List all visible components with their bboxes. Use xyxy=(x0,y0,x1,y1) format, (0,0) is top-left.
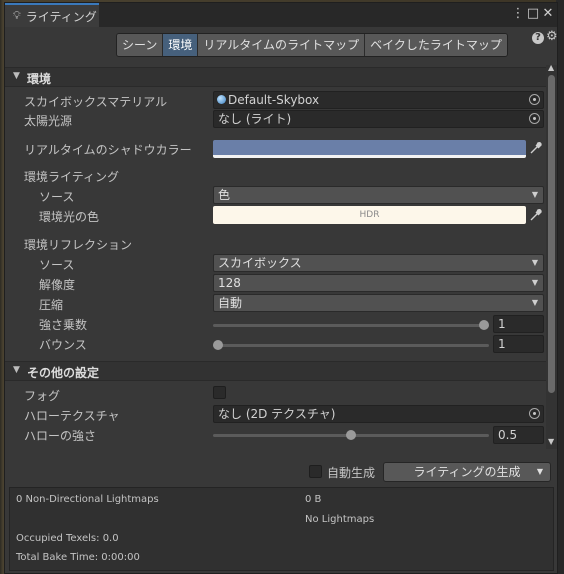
shadow-color-swatch[interactable] xyxy=(213,140,526,158)
shadow-color-label: リアルタイムのシャドウカラー xyxy=(24,143,192,157)
lighting-window: 💡︎ ライティング ⋮ □ ✕ シーン 環境 リアルタイムのライトマップ ベイク… xyxy=(4,2,558,574)
tab-environment[interactable]: 環境 xyxy=(163,34,199,56)
bounces-slider-track[interactable] xyxy=(213,344,489,347)
bounces-field[interactable]: 1 xyxy=(493,335,544,353)
object-picker-icon[interactable] xyxy=(529,408,540,419)
close-icon[interactable]: ✕ xyxy=(541,6,555,22)
chevron-down-icon[interactable]: ▼ xyxy=(537,463,543,481)
compression-value: 自動 xyxy=(218,296,243,310)
halo-texture-value: なし (2D テクスチャ) xyxy=(218,407,336,421)
tab-label: ライティング xyxy=(25,9,97,24)
skybox-value: Default-Skybox xyxy=(228,93,320,107)
bake-time: Total Bake Time: 0:00:00 xyxy=(16,552,140,563)
gear-icon[interactable]: ⚙ xyxy=(546,29,558,44)
lighting-source-label: ソース xyxy=(39,190,75,204)
ambient-color-swatch[interactable]: HDR xyxy=(213,206,526,224)
generate-lighting-label: ライティングの生成 xyxy=(413,465,521,479)
material-icon xyxy=(217,95,226,104)
reflection-source-dropdown[interactable]: スカイボックス ▼ xyxy=(213,254,544,272)
halo-texture-label: ハローテクスチャ xyxy=(24,409,120,423)
tab-realtime-lightmaps[interactable]: リアルタイムのライトマップ xyxy=(198,34,366,56)
chevron-down-icon: ▼ xyxy=(531,298,538,307)
halo-texture-field[interactable]: なし (2D テクスチャ) xyxy=(213,405,544,423)
chevron-down-icon: ▼ xyxy=(531,258,538,267)
intensity-field[interactable]: 1 xyxy=(493,315,544,333)
fog-label: フォグ xyxy=(24,389,61,403)
skybox-label: スカイボックスマテリアル xyxy=(24,95,168,109)
hdr-label: HDR xyxy=(359,210,380,220)
lightmap-stats-panel: 0 Non-Directional Lightmaps 0 B No Light… xyxy=(9,487,554,571)
compression-dropdown[interactable]: 自動 ▼ xyxy=(213,294,544,312)
resolution-dropdown[interactable]: 128 ▼ xyxy=(213,274,544,292)
lighting-source-dropdown[interactable]: 色 ▼ xyxy=(213,186,544,204)
ambient-color-label: 環境光の色 xyxy=(39,210,100,224)
sun-source-label: 太陽光源 xyxy=(24,114,73,128)
lightmap-count: 0 Non-Directional Lightmaps xyxy=(16,494,159,505)
tab-scene[interactable]: シーン xyxy=(117,34,164,56)
lightmap-size: 0 B xyxy=(305,494,322,505)
ambient-lighting-group-label: 環境ライティング xyxy=(24,170,120,184)
vertical-scrollbar[interactable]: ▲ ▼ xyxy=(546,63,557,449)
bounces-label: バウンス xyxy=(39,338,87,352)
auto-generate-label: 自動生成 xyxy=(327,466,376,480)
sun-source-value: なし (ライト) xyxy=(218,112,292,126)
bounces-slider-thumb[interactable] xyxy=(213,340,223,350)
chevron-down-icon: ▼ xyxy=(531,278,538,287)
intensity-slider-thumb[interactable] xyxy=(479,320,489,330)
resolution-label: 解像度 xyxy=(39,278,76,292)
auto-generate-checkbox[interactable] xyxy=(309,465,322,478)
maximize-icon[interactable]: □ xyxy=(526,6,540,22)
occupied-texels: Occupied Texels: 0.0 xyxy=(16,533,119,544)
skybox-field[interactable]: Default-Skybox xyxy=(213,91,544,109)
scroll-down-icon[interactable]: ▼ xyxy=(548,437,554,446)
section-title: その他の設定 xyxy=(27,366,100,380)
section-other-settings-header[interactable]: ▼ その他の設定 xyxy=(5,361,546,381)
foldout-arrow-icon: ▼ xyxy=(13,71,20,81)
chevron-down-icon: ▼ xyxy=(531,190,538,199)
halo-strength-label: ハローの強さ xyxy=(24,429,97,443)
section-title: 環境 xyxy=(27,72,52,86)
scrollbar-thumb[interactable] xyxy=(548,75,555,393)
eyedropper-icon[interactable] xyxy=(529,141,543,155)
intensity-slider-track[interactable] xyxy=(213,324,489,327)
lighting-source-value: 色 xyxy=(218,188,231,202)
inspector-content: ▼ 環境 スカイボックスマテリアル Default-Skybox 太陽光源 なし… xyxy=(5,63,546,449)
help-icon[interactable]: ? xyxy=(532,32,544,44)
tab-lighting[interactable]: 💡︎ ライティング xyxy=(5,3,99,27)
eyedropper-icon[interactable] xyxy=(529,208,543,222)
section-environment-header[interactable]: ▼ 環境 xyxy=(5,67,546,87)
object-picker-icon[interactable] xyxy=(529,113,540,124)
compression-label: 圧縮 xyxy=(39,298,64,312)
tab-baked-lightmaps[interactable]: ベイクしたライトマップ xyxy=(365,34,507,56)
halo-strength-slider-thumb[interactable] xyxy=(346,430,356,440)
resolution-value: 128 xyxy=(218,276,241,290)
no-lightmaps-text: No Lightmaps xyxy=(305,514,375,525)
generate-lighting-button[interactable]: ライティングの生成 ▼ xyxy=(383,462,551,482)
reflection-source-label: ソース xyxy=(39,258,75,272)
kebab-menu-icon[interactable]: ⋮ xyxy=(511,6,525,22)
intensity-multiplier-label: 強さ乗数 xyxy=(39,318,88,332)
title-bar: 💡︎ ライティング ⋮ □ ✕ xyxy=(5,3,557,27)
object-picker-icon[interactable] xyxy=(529,94,540,105)
foldout-arrow-icon: ▼ xyxy=(13,365,20,375)
scroll-up-icon[interactable]: ▲ xyxy=(548,63,554,72)
reflection-group-label: 環境リフレクション xyxy=(24,238,133,252)
halo-strength-field[interactable]: 0.5 xyxy=(493,426,544,444)
reflection-source-value: スカイボックス xyxy=(218,256,302,270)
fog-checkbox[interactable] xyxy=(213,386,226,399)
tab-strip: シーン 環境 リアルタイムのライトマップ ベイクしたライトマップ xyxy=(116,33,508,57)
lightbulb-icon: 💡︎ xyxy=(13,9,21,22)
sun-source-field[interactable]: なし (ライト) xyxy=(213,110,544,128)
